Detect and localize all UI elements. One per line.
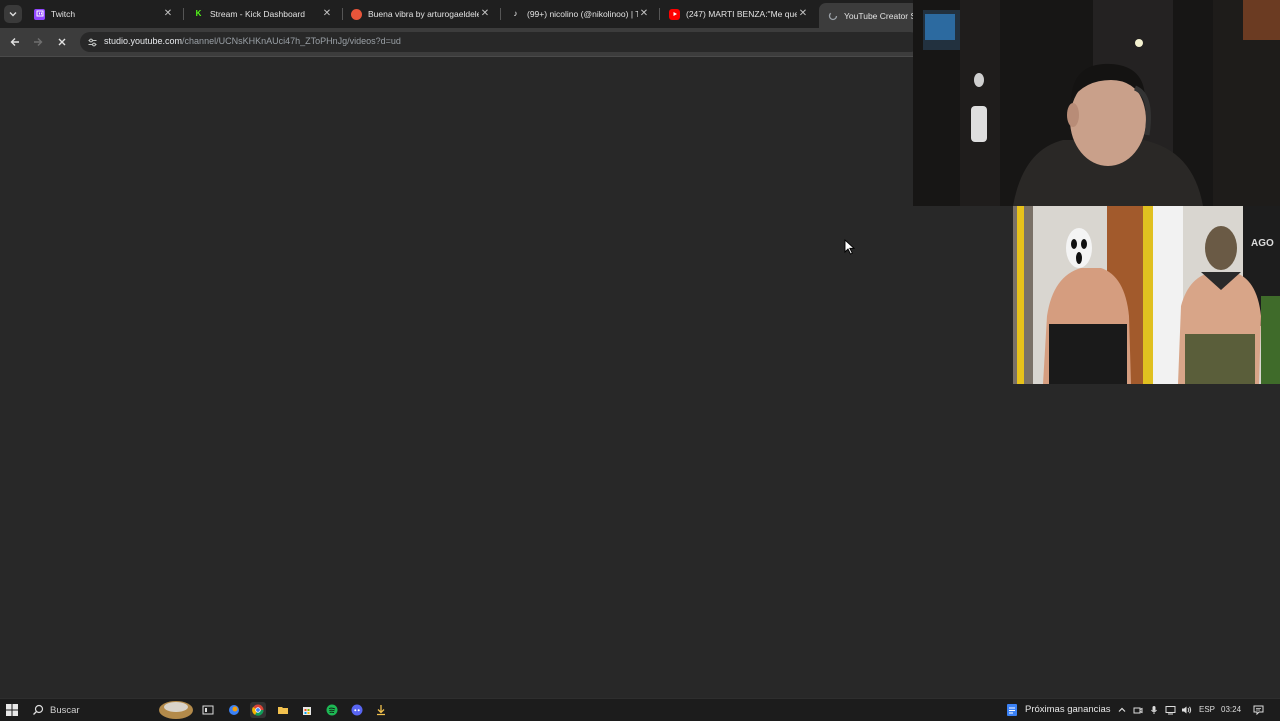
notification-icon: [1253, 705, 1263, 715]
windows-taskbar: Buscar Próximas ganancias ESP 03:24: [0, 698, 1280, 721]
site-info-button[interactable]: [84, 34, 100, 50]
clip-video-image: AGO: [1013, 206, 1280, 384]
arrow-right-icon: [34, 38, 43, 46]
close-tab-icon[interactable]: ✕: [638, 8, 650, 20]
taskbar-app-chrome[interactable]: [250, 702, 266, 718]
tab-title: Twitch: [51, 9, 76, 19]
search-icon: [33, 704, 44, 715]
microphone-icon: [1151, 706, 1157, 714]
search-placeholder: Buscar: [50, 704, 80, 716]
download-icon: [377, 705, 385, 716]
camera-icon: [1133, 707, 1143, 714]
close-tab-icon[interactable]: ✕: [479, 8, 491, 20]
taskbar-app-download[interactable]: [373, 702, 389, 718]
close-tab-icon[interactable]: ✕: [797, 8, 809, 20]
taskbar-app-discord[interactable]: [349, 702, 365, 718]
url-path: /channel/UCNsKHKnAUci47h_ZToPHnJg/videos…: [182, 36, 401, 46]
notification-center-button[interactable]: [1250, 702, 1266, 718]
clip-watermark-text: AGO: [1251, 238, 1274, 249]
taskbar-app-spotify[interactable]: [324, 702, 340, 718]
chevron-up-icon: [1118, 707, 1126, 712]
input-language[interactable]: ESP: [1199, 705, 1215, 714]
kick-icon: K: [193, 8, 204, 20]
twitch-icon: [34, 8, 45, 20]
arrow-left-icon: [10, 38, 19, 46]
tray-network[interactable]: [1162, 702, 1178, 718]
clip-overlay: AGO: [1013, 206, 1280, 384]
webcam-overlay: [913, 0, 1280, 206]
tiktok-icon: ♪: [513, 9, 518, 18]
stop-loading-button[interactable]: [52, 32, 72, 52]
tab-buena-vibra[interactable]: Buena vibra by arturogaeldeleon ✕: [343, 4, 497, 24]
tab-youtube-video[interactable]: (247) MARTI BENZA:"Me quedé ✕: [661, 4, 815, 24]
document-icon: [1007, 704, 1017, 716]
loading-spinner-icon: [827, 10, 838, 21]
close-tab-icon[interactable]: ✕: [162, 8, 174, 20]
earnings-widget-icon[interactable]: [1004, 702, 1020, 718]
mouse-cursor-icon: [844, 239, 856, 255]
tray-volume[interactable]: [1178, 702, 1194, 718]
spotify-icon: [326, 704, 338, 716]
close-tab-icon[interactable]: ✕: [321, 8, 333, 20]
url-text: studio.youtube.com/channel/UCNsKHKnAUci4…: [104, 36, 401, 46]
tab-twitch[interactable]: Twitch ✕: [26, 4, 180, 24]
tab-tiktok[interactable]: ♪ (99+) nicolino (@nikolinoo) | TikTok ✕: [502, 4, 656, 24]
tab-divider: [183, 8, 184, 20]
start-button[interactable]: [4, 702, 20, 718]
folder-icon: [278, 707, 288, 714]
tab-divider: [500, 8, 501, 20]
taskbar-app-store[interactable]: [299, 702, 315, 718]
webcam-feed-image: [913, 0, 1280, 206]
tab-youtube-studio[interactable]: YouTube Creator Studio: [819, 3, 919, 28]
music-icon: [351, 8, 362, 20]
copilot-icon: [229, 705, 239, 715]
back-button[interactable]: [5, 32, 25, 52]
address-bar[interactable]: studio.youtube.com/channel/UCNsKHKnAUci4…: [80, 32, 920, 52]
task-view-icon: [202, 705, 214, 715]
store-icon: [303, 707, 311, 715]
tab-divider: [659, 8, 660, 20]
tab-title: Stream - Kick Dashboard: [210, 9, 305, 19]
close-icon: [58, 38, 66, 46]
tray-meet-now[interactable]: [1130, 702, 1146, 718]
speaker-icon: [1181, 706, 1191, 714]
earnings-widget-label[interactable]: Próximas ganancias: [1025, 704, 1111, 715]
url-host: studio.youtube.com: [104, 36, 183, 46]
chevron-down-icon: [9, 12, 17, 17]
task-view-button[interactable]: [200, 702, 216, 718]
taskbar-app-copilot[interactable]: [226, 702, 242, 718]
tray-microphone[interactable]: [1146, 702, 1162, 718]
tab-title: (247) MARTI BENZA:"Me quedé: [686, 9, 797, 19]
tune-icon: [88, 38, 96, 46]
search-highlight-image[interactable]: [158, 701, 194, 719]
taskbar-clock[interactable]: 03:24: [1221, 705, 1241, 714]
forward-button[interactable]: [28, 32, 48, 52]
tab-title: Buena vibra by arturogaeldeleon: [368, 9, 479, 19]
youtube-icon: [669, 8, 680, 20]
windows-logo-icon: [6, 704, 18, 716]
discord-icon: [351, 704, 363, 716]
network-icon: [1165, 706, 1175, 715]
tab-kick-dashboard[interactable]: K Stream - Kick Dashboard ✕: [185, 4, 339, 24]
chrome-icon: [252, 704, 264, 716]
tab-search-button[interactable]: [4, 5, 22, 23]
show-hidden-icons-button[interactable]: [1114, 702, 1130, 718]
tab-title: YouTube Creator Studio: [844, 10, 913, 21]
taskbar-app-file-explorer[interactable]: [275, 702, 291, 718]
tab-title: (99+) nicolino (@nikolinoo) | TikTok: [527, 9, 638, 19]
